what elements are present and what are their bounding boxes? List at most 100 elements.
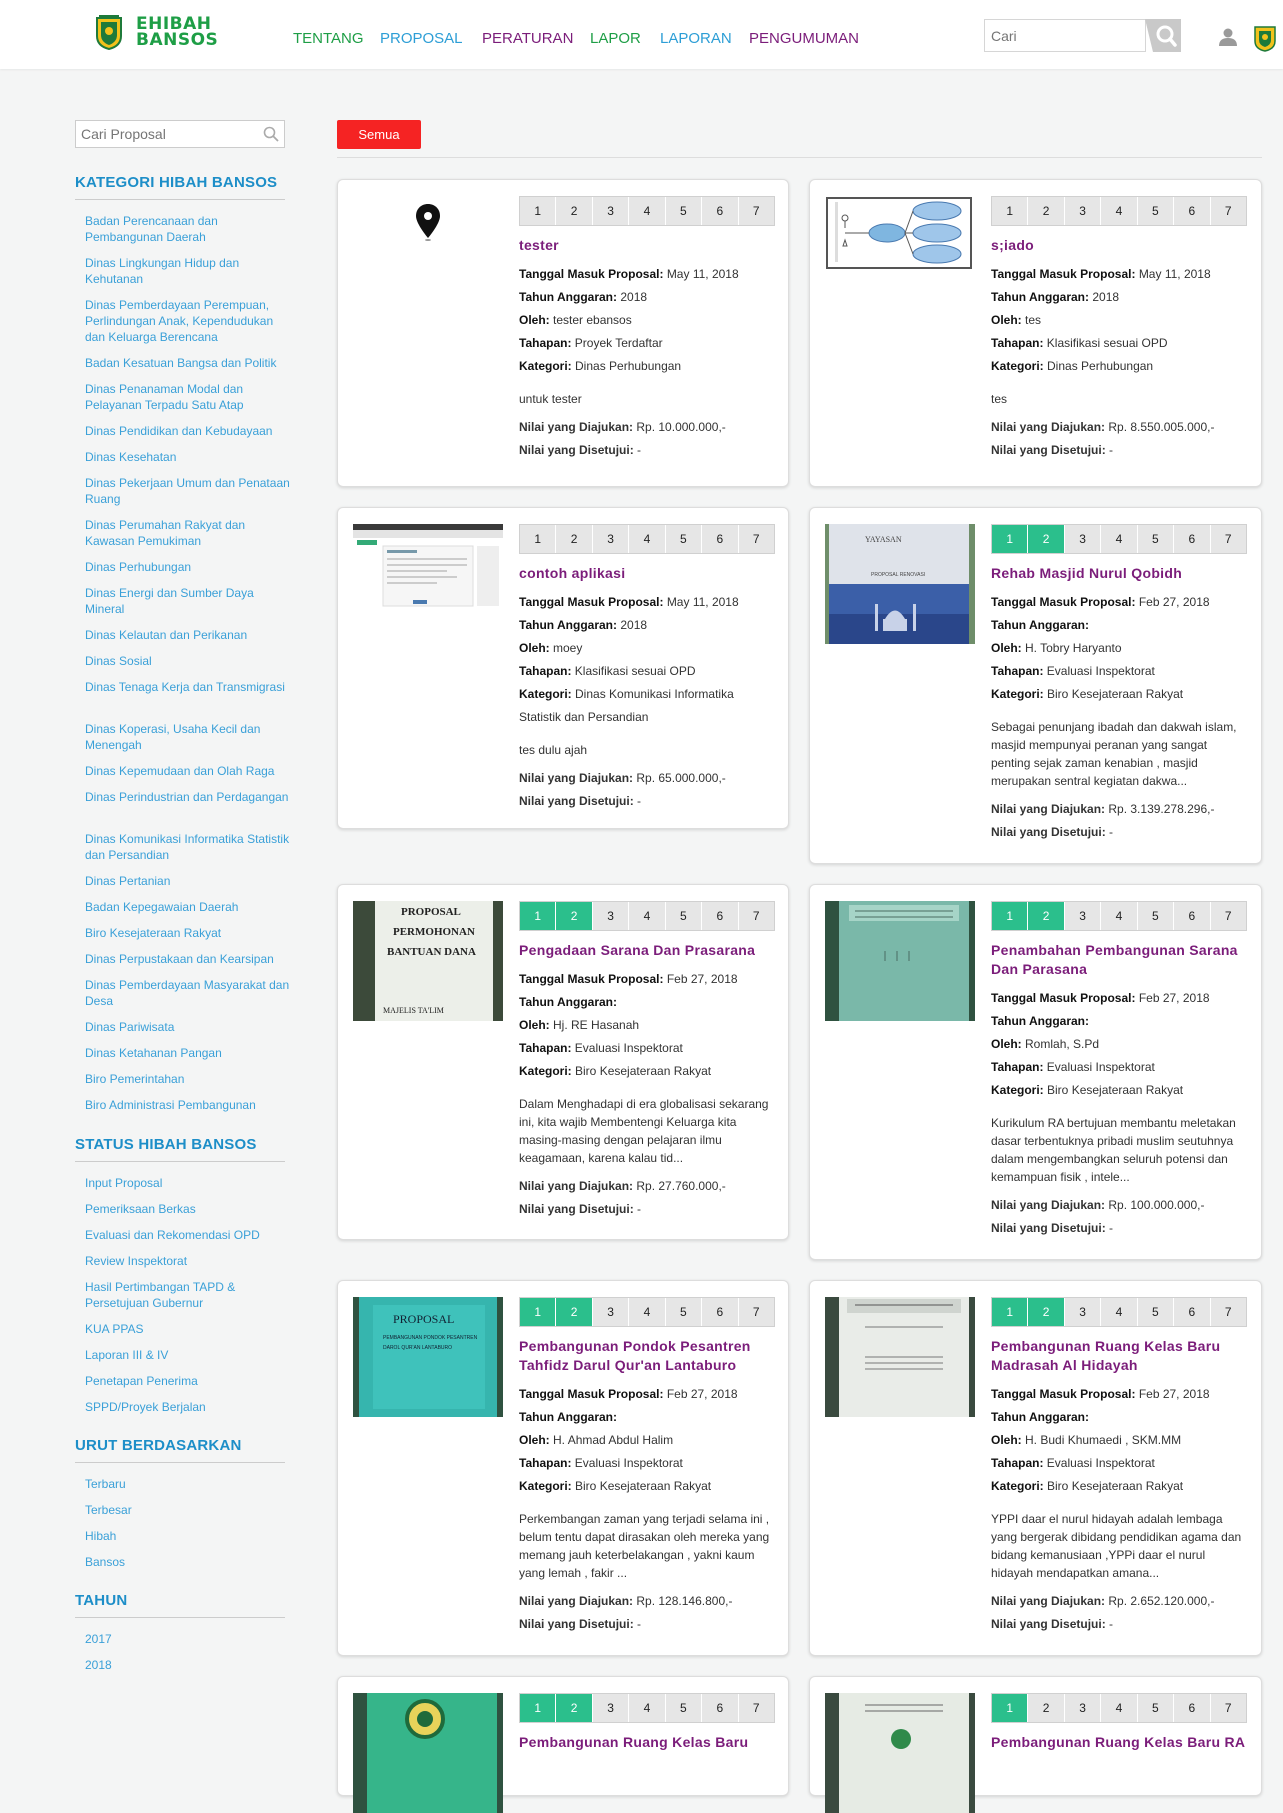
step-7: 7	[752, 909, 760, 923]
kategori-item[interactable]: Dinas Kesehatan	[85, 449, 290, 465]
nav-pengumuman[interactable]: PENGUMUMAN	[749, 30, 859, 47]
urut-item[interactable]: Bansos	[85, 1554, 290, 1570]
proposal-card[interactable]: 1234567 tester Tanggal Masuk Proposal: Ma…	[337, 179, 789, 487]
kategori-item[interactable]: Dinas Pekerjaan Umum dan Penataan Ruang	[85, 475, 290, 507]
proposal-title[interactable]: Pembangunan Ruang Kelas Baru Madrasah Al…	[991, 1337, 1247, 1375]
status-item[interactable]: Penetapan Penerima	[85, 1373, 290, 1389]
meta-tahun-anggaran: Tahun Anggaran:	[991, 614, 1247, 637]
step-5: 5	[1138, 902, 1175, 930]
status-item[interactable]: Pemeriksaan Berkas	[85, 1201, 290, 1217]
proposal-card[interactable]: 1234567 Pembangunan Ruang Kelas Baru	[337, 1676, 789, 1813]
kategori-item[interactable]: Dinas Perindustrian dan Perdagangan	[85, 789, 290, 805]
kategori-item[interactable]: Dinas Energi dan Sumber Daya Mineral	[85, 585, 290, 617]
meta-label: Oleh:	[991, 313, 1022, 327]
filter-semua-button[interactable]: Semua	[337, 120, 421, 149]
kategori-item[interactable]: Dinas Perpustakaan dan Kearsipan	[85, 951, 290, 967]
proposal-card[interactable]: 1234567 Pembangunan Ruang Kelas Baru Mad…	[809, 1280, 1262, 1656]
kategori-item[interactable]: Dinas Pemberdayaan Perempuan, Perlindung…	[85, 297, 290, 345]
step-7: 7	[1224, 909, 1232, 923]
proposal-thumbnail[interactable]	[353, 1693, 503, 1813]
status-item[interactable]: SPPD/Proyek Berjalan	[85, 1399, 290, 1415]
kategori-item[interactable]: Badan Kesatuan Bangsa dan Politik	[85, 355, 290, 371]
meta-label: Tahun Anggaran:	[991, 1410, 1089, 1424]
urut-item[interactable]: Hibah	[85, 1528, 290, 1544]
step-5: 5	[666, 525, 703, 553]
kategori-item[interactable]: Biro Kesejateraan Rakyat	[85, 925, 290, 941]
kategori-item[interactable]: Dinas Ketahanan Pangan	[85, 1045, 290, 1061]
kategori-item[interactable]: Badan Perencanaan dan Pembangunan Daerah	[85, 213, 290, 245]
kategori-item[interactable]: Dinas Komunikasi Informatika Statistik d…	[85, 831, 290, 863]
proposal-thumbnail[interactable]: PROPOSAL PEMBANGUNAN PONDOK PESANTREN DA…	[353, 1297, 503, 1417]
kategori-item[interactable]: Dinas Pertanian	[85, 873, 290, 889]
urut-item[interactable]: Terbesar	[85, 1502, 290, 1518]
status-item[interactable]: Input Proposal	[85, 1175, 290, 1191]
proposal-thumbnail[interactable]	[825, 196, 975, 316]
proposal-search-input[interactable]	[76, 121, 266, 147]
kategori-item[interactable]: Dinas Perumahan Rakyat dan Kawasan Pemuk…	[85, 517, 290, 549]
kategori-item[interactable]: Dinas Penanaman Modal dan Pelayanan Terp…	[85, 381, 290, 413]
kategori-item[interactable]: Dinas Kepemudaan dan Olah Raga	[85, 763, 290, 779]
kategori-item[interactable]: Dinas Tenaga Kerja dan Transmigrasi	[85, 679, 290, 695]
proposal-thumbnail[interactable]	[825, 1693, 975, 1813]
kategori-item[interactable]: Dinas Perhubungan	[85, 559, 290, 575]
proposal-card[interactable]: 1234567 s;iado Tanggal Masuk Proposal: Ma…	[809, 179, 1262, 487]
site-logo-text[interactable]: EHIBAH BANSOS	[136, 16, 218, 49]
proposal-description: untuk tester	[519, 392, 582, 406]
proposal-title[interactable]: Rehab Masjid Nurul Qobidh	[991, 564, 1247, 583]
nav-lapor[interactable]: LAPOR	[590, 30, 641, 47]
header-search-input[interactable]	[985, 20, 1145, 51]
tahun-item[interactable]: 2017	[85, 1631, 290, 1647]
banten-emblem-icon[interactable]	[93, 14, 125, 50]
kategori-item[interactable]: Dinas Sosial	[85, 653, 290, 669]
proposal-thumbnail[interactable]	[825, 901, 975, 1021]
meta-value: Feb 27, 2018	[666, 1387, 738, 1401]
kategori-item[interactable]: Dinas Koperasi, Usaha Kecil dan Menengah	[85, 721, 290, 753]
status-item[interactable]: Evaluasi dan Rekomendasi OPD	[85, 1227, 290, 1243]
proposal-thumbnail[interactable]	[353, 196, 503, 316]
urut-item[interactable]: Terbaru	[85, 1476, 290, 1492]
tahun-item[interactable]: 2018	[85, 1657, 290, 1673]
kategori-item[interactable]: Dinas Pendidikan dan Kebudayaan	[85, 423, 290, 439]
nav-proposal[interactable]: PROPOSAL	[380, 30, 463, 47]
status-item[interactable]: KUA PPAS	[85, 1321, 290, 1337]
nav-laporan[interactable]: LAPORAN	[660, 30, 732, 47]
proposal-title[interactable]: s;iado	[991, 236, 1247, 255]
kategori-item[interactable]: Biro Administrasi Pembangunan	[85, 1097, 290, 1113]
kategori-item[interactable]: Dinas Kelautan dan Perikanan	[85, 627, 290, 643]
proposal-thumbnail[interactable]	[353, 524, 503, 644]
status-item[interactable]: Review Inspektorat	[85, 1253, 290, 1269]
user-icon[interactable]	[1218, 27, 1238, 47]
proposal-title[interactable]: Pembangunan Pondok Pesantren Tahfidz Dar…	[519, 1337, 775, 1375]
proposal-title[interactable]: Penambahan Pembangunan Sarana Dan Parasa…	[991, 941, 1247, 979]
meta-kategori: Kategori: Biro Kesejateraan Rakyat	[991, 683, 1247, 706]
kategori-item[interactable]: Dinas Pariwisata	[85, 1019, 290, 1035]
kategori-item[interactable]: Dinas Lingkungan Hidup dan Kehutanan	[85, 255, 290, 287]
proposal-thumbnail[interactable]: YAYASAN PROPOSAL RENOVASI	[825, 524, 975, 644]
proposal-thumbnail[interactable]: PROPOSAL PERMOHONAN BANTUAN DANA MAJELIS…	[353, 901, 503, 1021]
proposal-info: contoh aplikasi Tanggal Masuk Proposal: M…	[519, 564, 775, 813]
proposal-thumbnail[interactable]	[825, 1297, 975, 1417]
status-item[interactable]: Hasil Pertimbangan TAPD & Persetujuan Gu…	[85, 1279, 290, 1311]
proposal-title[interactable]: contoh aplikasi	[519, 564, 775, 583]
search-icon[interactable]	[1145, 19, 1181, 52]
meta-value: Biro Kesejateraan Rakyat	[575, 1479, 712, 1493]
nav-peraturan[interactable]: PERATURAN	[482, 30, 573, 47]
step-7: 7	[1224, 1305, 1232, 1319]
proposal-card[interactable]: 1234567 Penambahan Pembangunan Sarana Da…	[809, 884, 1262, 1260]
kategori-item[interactable]: Dinas Pemberdayaan Masyarakat dan Desa	[85, 977, 290, 1009]
proposal-title[interactable]: Pembangunan Ruang Kelas Baru RA	[991, 1733, 1247, 1752]
proposal-card[interactable]: PROPOSAL PERMOHONAN BANTUAN DANA MAJELIS…	[337, 884, 789, 1240]
search-icon[interactable]	[263, 126, 279, 142]
proposal-card[interactable]: PROPOSAL PEMBANGUNAN PONDOK PESANTREN DA…	[337, 1280, 789, 1656]
kategori-item[interactable]: Biro Pemerintahan	[85, 1071, 290, 1087]
proposal-title[interactable]: Pembangunan Ruang Kelas Baru	[519, 1733, 775, 1752]
proposal-title[interactable]: tester	[519, 236, 775, 255]
proposal-card[interactable]: YAYASAN PROPOSAL RENOVASI 1234567 Rehab …	[809, 507, 1262, 864]
proposal-title[interactable]: Pengadaan Sarana Dan Prasarana	[519, 941, 775, 960]
status-item[interactable]: Laporan III & IV	[85, 1347, 290, 1363]
proposal-card[interactable]: 1234567 contoh aplikasi Tanggal Masuk Pro…	[337, 507, 789, 829]
proposal-card[interactable]: 1234567 Pembangunan Ruang Kelas Baru RA	[809, 1676, 1262, 1813]
kategori-item[interactable]: Badan Kepegawaian Daerah	[85, 899, 290, 915]
progress-steps: 1234567	[519, 901, 775, 931]
nav-tentang[interactable]: TENTANG	[293, 30, 364, 47]
